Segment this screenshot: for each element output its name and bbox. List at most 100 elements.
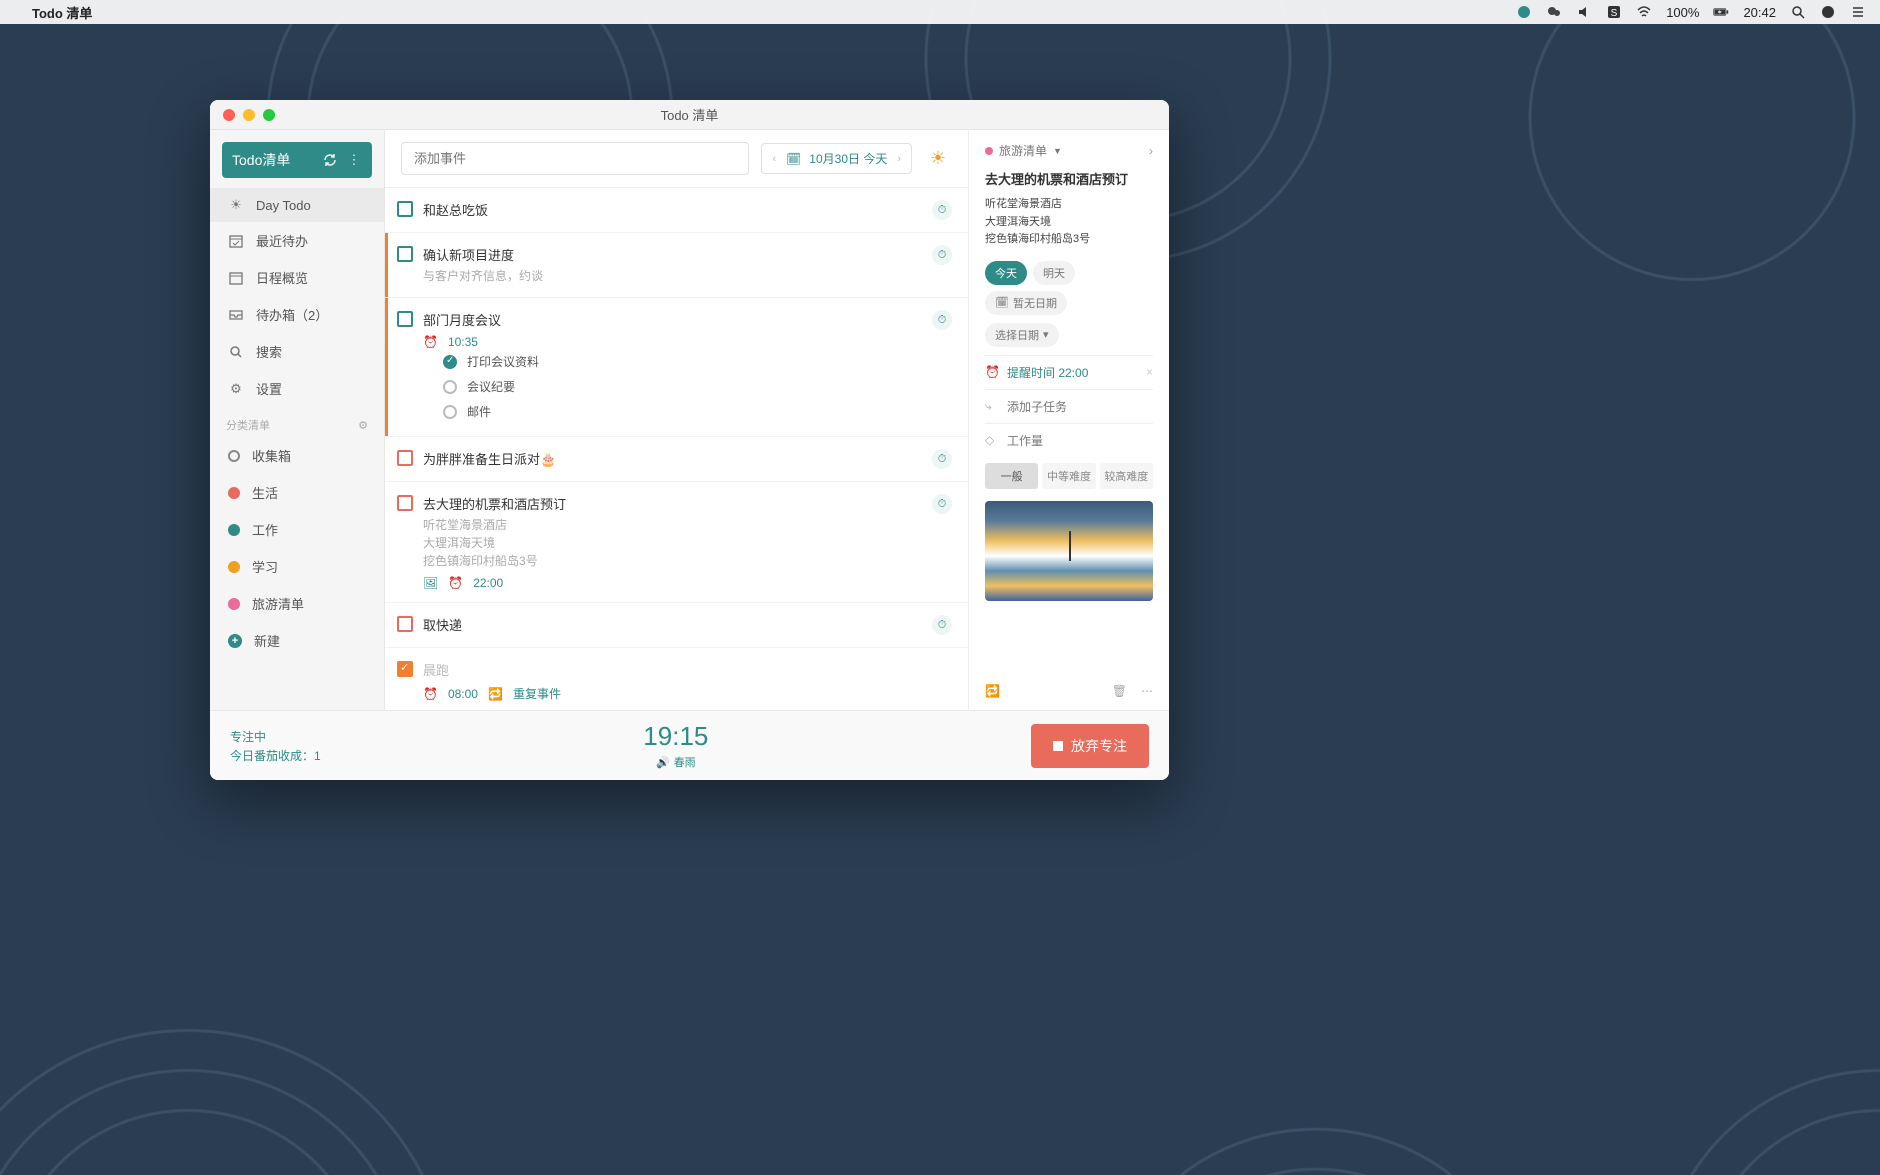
tray-notifications-icon[interactable] bbox=[1850, 4, 1866, 20]
pomodoro-icon[interactable]: ⏱ bbox=[932, 200, 952, 220]
chevron-right-icon[interactable]: › bbox=[895, 153, 903, 165]
focus-sound[interactable]: 🔊春雨 bbox=[656, 754, 696, 770]
tray-volume-icon[interactable] bbox=[1576, 4, 1592, 20]
subtask-checkbox[interactable] bbox=[443, 380, 457, 394]
task-row[interactable]: 去大理的机票和酒店预订 听花堂海景酒店 大理洱海天境 挖色镇海印村船岛3号 🖼 … bbox=[385, 482, 968, 603]
focus-bar: 专注中 今日番茄收成：1 19:15 🔊春雨 放弃专注 bbox=[210, 710, 1169, 780]
pomodoro-icon[interactable]: ⏱ bbox=[932, 449, 952, 469]
sidebar: Todo清单 ⋮ ☀ Day Todo 最近待办 日程概览 待办箱（2） bbox=[210, 130, 385, 710]
inbox-icon bbox=[228, 307, 244, 323]
tray-wechat-icon[interactable] bbox=[1546, 4, 1562, 20]
task-checkbox[interactable] bbox=[397, 661, 413, 677]
task-checkbox[interactable] bbox=[397, 246, 413, 262]
subtask-icon: ⤷ bbox=[985, 399, 999, 414]
subtask-checkbox[interactable] bbox=[443, 355, 457, 369]
difficulty-chip[interactable]: 较高难度 bbox=[1100, 463, 1153, 489]
sidebar-item-schedule[interactable]: 日程概览 bbox=[210, 259, 384, 296]
detail-subtask-row[interactable]: ⤷ 添加子任务 bbox=[985, 389, 1153, 423]
sync-icon[interactable] bbox=[322, 152, 338, 168]
detail-title[interactable]: 去大理的机票和酒店预订 bbox=[985, 169, 1153, 188]
sidebar-header[interactable]: Todo清单 ⋮ bbox=[222, 142, 372, 178]
date-chip-row: 今天 明天 🗓暂无日期 bbox=[985, 261, 1153, 315]
detail-reminder-row[interactable]: ⏰ 提醒时间 22:00 × bbox=[985, 355, 1153, 389]
difficulty-chip[interactable]: 一般 bbox=[985, 463, 1038, 489]
sidebar-cat-work[interactable]: 工作 bbox=[210, 511, 384, 548]
task-list[interactable]: 和赵总吃饭 ⏱ 确认新项目进度 与客户对齐信息，约谈 ⏱ 部门月度会议 bbox=[385, 188, 968, 710]
app-window: Todo 清单 Todo清单 ⋮ ☀ Day Todo 最近待办 日程概览 bbox=[210, 100, 1169, 780]
subtask-checkbox[interactable] bbox=[443, 405, 457, 419]
sidebar-cat-travel[interactable]: 旅游清单 bbox=[210, 585, 384, 622]
task-row[interactable]: 为胖胖准备生日派对🎂 ⏱ bbox=[385, 437, 968, 482]
stop-focus-button[interactable]: 放弃专注 bbox=[1031, 724, 1149, 768]
task-row[interactable]: 取快递 ⏱ bbox=[385, 603, 968, 648]
window-titlebar[interactable]: Todo 清单 bbox=[210, 100, 1169, 130]
task-row[interactable]: 部门月度会议 ⏰ 10:35 打印会议资料 会议纪要 邮件 ⏱ bbox=[385, 298, 968, 437]
task-checkbox[interactable] bbox=[397, 311, 413, 327]
sidebar-item-label: 工作 bbox=[252, 520, 278, 539]
tray-wifi-icon[interactable] bbox=[1636, 4, 1652, 20]
sidebar-item-label: Day Todo bbox=[256, 198, 311, 213]
task-row[interactable]: 晨跑 ⏰ 08:00 🔁 重复事件 bbox=[385, 648, 968, 710]
tray-app-icon[interactable] bbox=[1516, 4, 1532, 20]
window-close-button[interactable] bbox=[223, 109, 235, 121]
tray-clock[interactable]: 20:42 bbox=[1743, 5, 1776, 20]
section-gear-icon[interactable]: ⚙ bbox=[358, 419, 368, 432]
tray-spotlight-icon[interactable] bbox=[1790, 4, 1806, 20]
tray-battery-icon[interactable] bbox=[1713, 4, 1729, 20]
trash-icon[interactable]: 🗑 bbox=[1112, 684, 1127, 698]
more-icon[interactable]: ⋮ bbox=[346, 152, 362, 168]
sidebar-cat-life[interactable]: 生活 bbox=[210, 474, 384, 511]
window-minimize-button[interactable] bbox=[243, 109, 255, 121]
detail-panel: 旅游清单 ▼ › 去大理的机票和酒店预订 听花堂海景酒店 大理洱海天境 挖色镇海… bbox=[969, 130, 1169, 710]
select-date-chip[interactable]: 选择日期 ▾ bbox=[985, 323, 1059, 347]
task-checkbox[interactable] bbox=[397, 201, 413, 217]
subtask-row[interactable]: 打印会议资料 bbox=[423, 349, 922, 374]
window-maximize-button[interactable] bbox=[263, 109, 275, 121]
date-chip-today[interactable]: 今天 bbox=[985, 261, 1027, 285]
sidebar-item-search[interactable]: 搜索 bbox=[210, 333, 384, 370]
sidebar-item-settings[interactable]: ⚙ 设置 bbox=[210, 370, 384, 407]
sidebar-item-inbox[interactable]: 待办箱（2） bbox=[210, 296, 384, 333]
tray-input-icon[interactable]: S bbox=[1606, 4, 1622, 20]
pomodoro-icon[interactable]: ⏱ bbox=[932, 494, 952, 514]
task-alarm-time: 22:00 bbox=[473, 576, 503, 590]
sidebar-cat-study[interactable]: 学习 bbox=[210, 548, 384, 585]
task-row[interactable]: 和赵总吃饭 ⏱ bbox=[385, 188, 968, 233]
sidebar-new-category[interactable]: + 新建 bbox=[210, 622, 384, 659]
pomodoro-icon[interactable]: ⏱ bbox=[932, 245, 952, 265]
task-row[interactable]: 确认新项目进度 与客户对齐信息，约谈 ⏱ bbox=[385, 233, 968, 298]
task-checkbox[interactable] bbox=[397, 495, 413, 511]
detail-description[interactable]: 听花堂海景酒店 大理洱海天境 挖色镇海印村船岛3号 bbox=[985, 196, 1153, 249]
date-chip-tomorrow[interactable]: 明天 bbox=[1033, 261, 1075, 285]
subtask-row[interactable]: 会议纪要 bbox=[423, 374, 922, 399]
add-task-input[interactable] bbox=[401, 142, 749, 175]
menubar-app-name[interactable]: Todo 清单 bbox=[32, 3, 92, 22]
tray-siri-icon[interactable] bbox=[1820, 4, 1836, 20]
volume-icon: 🔊 bbox=[656, 756, 670, 769]
pomodoro-icon[interactable]: ⏱ bbox=[932, 615, 952, 635]
sidebar-item-daytodo[interactable]: ☀ Day Todo bbox=[210, 188, 384, 222]
chevron-right-icon[interactable]: › bbox=[1149, 144, 1153, 158]
svg-text:S: S bbox=[1611, 8, 1618, 19]
date-chip-nodate[interactable]: 🗓暂无日期 bbox=[985, 291, 1067, 315]
task-checkbox[interactable] bbox=[397, 616, 413, 632]
search-icon bbox=[228, 344, 244, 360]
detail-breadcrumb[interactable]: 旅游清单 ▼ › bbox=[985, 142, 1153, 159]
pomodoro-icon[interactable]: ⏱ bbox=[932, 310, 952, 330]
chevron-left-icon[interactable]: ‹ bbox=[770, 153, 778, 165]
detail-footer: 🔁 🗑 ⋯ bbox=[985, 672, 1153, 698]
category-dot-icon bbox=[985, 147, 993, 155]
repeat-icon[interactable]: 🔁 bbox=[985, 684, 1000, 698]
task-alarm-time: 08:00 bbox=[448, 687, 478, 701]
theme-sun-icon[interactable]: ☀ bbox=[924, 145, 952, 173]
task-checkbox[interactable] bbox=[397, 450, 413, 466]
date-selector[interactable]: ‹ 🗓 10月30日 今天 › bbox=[761, 143, 912, 174]
clear-icon[interactable]: × bbox=[1146, 365, 1153, 379]
subtask-row[interactable]: 邮件 bbox=[423, 399, 922, 424]
main-toolbar: ‹ 🗓 10月30日 今天 › ☀ bbox=[385, 130, 968, 188]
attachment-thumbnail[interactable] bbox=[985, 501, 1153, 601]
sidebar-cat-inbox[interactable]: 收集箱 bbox=[210, 437, 384, 474]
sidebar-item-recent[interactable]: 最近待办 bbox=[210, 222, 384, 259]
more-icon[interactable]: ⋯ bbox=[1141, 684, 1153, 698]
difficulty-chip[interactable]: 中等难度 bbox=[1042, 463, 1095, 489]
